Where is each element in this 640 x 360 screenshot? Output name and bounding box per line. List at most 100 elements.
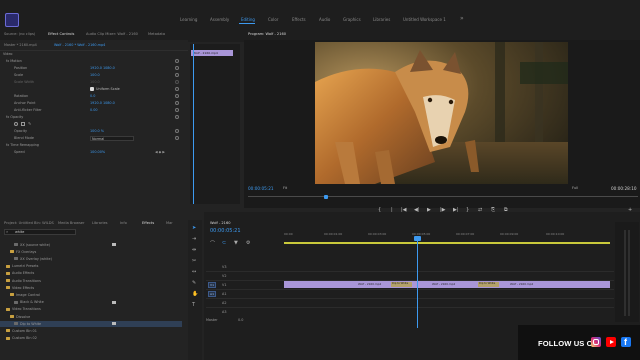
zoom-select[interactable]: Fit: [283, 186, 287, 190]
effects-tree-item[interactable]: Black & White: [0, 300, 182, 306]
rotation-value[interactable]: 0.0: [90, 94, 95, 98]
effects-tree-item[interactable]: Custom Bin 02: [0, 336, 182, 342]
track-v2[interactable]: V2: [206, 272, 282, 280]
tab-bin[interactable]: Bin: WILDS: [34, 221, 54, 225]
sequence-clip-label[interactable]: Wolf - 2160 * Wolf - 2160.mp4: [54, 43, 105, 47]
slip-tool-icon[interactable]: ↔: [192, 269, 196, 275]
ellipse-mask-icon[interactable]: [14, 122, 18, 126]
tab-metadata[interactable]: Metadata: [148, 32, 165, 36]
ec-row-scale[interactable]: Scale 100.0: [0, 72, 188, 79]
ec-row-time-remap[interactable]: fx Time Remapping: [0, 142, 188, 149]
tab-project[interactable]: Project: Untitled: [4, 221, 33, 225]
workspace-tab-effects[interactable]: Effects: [292, 17, 306, 22]
settings-icon[interactable]: ⚙: [246, 240, 250, 246]
workspace-overflow-icon[interactable]: »: [460, 15, 464, 22]
ec-row-opacity[interactable]: Opacity 100.0 %: [0, 128, 188, 135]
timeline-ruler[interactable]: 00:00 00:00:01:00 00:00:03:00 00:00:05:0…: [284, 232, 614, 238]
program-playhead[interactable]: [324, 195, 328, 199]
track-a1[interactable]: A1 A1: [206, 290, 282, 298]
keyframe-icon[interactable]: [175, 66, 179, 70]
ec-row-position[interactable]: Position 1920.0 1080.0: [0, 65, 188, 72]
effects-tree-item[interactable]: Dip to White: [0, 321, 182, 328]
snap-icon[interactable]: ⌒: [210, 240, 215, 247]
effect-controls-timeline[interactable]: [190, 44, 240, 204]
ec-row-motion[interactable]: fx Motion: [0, 58, 188, 65]
program-timecode[interactable]: 00:00:05:21: [248, 186, 274, 191]
workspace-tab-libraries[interactable]: Libraries: [373, 17, 390, 22]
ec-row-speed[interactable]: Speed 100.00% ◀ ◆ ▶: [0, 149, 188, 156]
workspace-tab-assembly[interactable]: Assembly: [210, 17, 229, 22]
timeline-timecode[interactable]: 00:00:05:21: [210, 228, 241, 234]
master-clip-label[interactable]: Master * 2160.mp4: [4, 43, 37, 47]
video-clip-v1[interactable]: Wolf - 2160.mp4 Wolf - 2160.mp4 Wolf - 2…: [284, 281, 610, 288]
transition-dip-to-white[interactable]: Dip to White: [478, 282, 499, 287]
program-video-frame[interactable]: [315, 42, 568, 184]
track-a2[interactable]: A2: [206, 299, 282, 307]
ec-row-opacity-header[interactable]: fx Opacity: [0, 114, 188, 121]
tab-program[interactable]: Program: Wolf - 2160: [248, 32, 286, 36]
ec-row-blend-mode[interactable]: Blend Mode Normal: [0, 135, 188, 142]
effects-tree-item[interactable]: XX (source white): [0, 242, 182, 248]
tab-sequence[interactable]: Wolf - 2160: [210, 221, 231, 225]
rectangle-mask-icon[interactable]: [21, 122, 25, 126]
instagram-icon[interactable]: [591, 337, 601, 347]
resolution-select[interactable]: Full: [572, 186, 578, 190]
tab-libraries[interactable]: Libraries: [92, 221, 108, 225]
track-select-tool-icon[interactable]: ⇥: [192, 236, 196, 242]
uniform-scale-checkbox[interactable]: [90, 87, 94, 91]
workspace-tab-untitled[interactable]: Untitled Workspace 1: [403, 17, 446, 22]
pen-mask-icon[interactable]: ✎: [28, 121, 31, 126]
linked-selection-icon[interactable]: ⊂: [222, 240, 226, 246]
program-scrub-bar[interactable]: [248, 196, 638, 197]
tab-effect-controls[interactable]: Effect Controls: [48, 32, 74, 36]
effects-tree-item[interactable]: Video Effects: [0, 285, 182, 291]
ec-row-antiflicker[interactable]: Anti-flicker Filter 0.00: [0, 107, 188, 114]
razor-tool-icon[interactable]: ✂: [192, 258, 196, 264]
selection-tool-icon[interactable]: ➤: [192, 225, 196, 231]
facebook-icon[interactable]: f: [621, 337, 631, 347]
workspace-tab-audio[interactable]: Audio: [319, 17, 330, 22]
workspace-tab-color[interactable]: Color: [268, 17, 278, 22]
effects-tree-item[interactable]: FX Overlays: [0, 249, 182, 255]
effects-tree-item[interactable]: Audio Effects: [0, 271, 182, 277]
opacity-value[interactable]: 100.0 %: [90, 129, 104, 133]
effects-search-input[interactable]: white: [4, 229, 76, 235]
ec-row-anchor[interactable]: Anchor Point 1920.0 1080.0: [0, 100, 188, 107]
anchor-value[interactable]: 1920.0 1080.0: [90, 101, 115, 105]
workspace-tab-learning[interactable]: Learning: [180, 17, 197, 22]
effects-tree-item[interactable]: Audio Transitions: [0, 278, 182, 284]
transition-dip-to-white[interactable]: Dip to White: [391, 282, 412, 287]
tab-info[interactable]: Info: [120, 221, 127, 225]
workspace-tab-graphics[interactable]: Graphics: [343, 17, 361, 22]
blend-mode-select[interactable]: Normal: [90, 136, 134, 141]
effects-tree-item[interactable]: XX Overlay (white): [0, 256, 182, 262]
track-v3[interactable]: V3: [206, 263, 282, 271]
playhead-handle[interactable]: [414, 236, 421, 241]
speed-value[interactable]: 100.00%: [90, 150, 105, 154]
ripple-edit-tool-icon[interactable]: ⇹: [192, 247, 196, 253]
master-volume-value[interactable]: 0.0: [238, 318, 243, 322]
add-marker-timeline-icon[interactable]: ▼: [234, 240, 238, 246]
antiflicker-value[interactable]: 0.00: [90, 108, 98, 112]
hand-tool-icon[interactable]: ✋: [192, 291, 198, 297]
ec-row-rotation[interactable]: Rotation 0.0: [0, 93, 188, 100]
position-value[interactable]: 1920.0 1080.0: [90, 66, 115, 70]
tab-source[interactable]: Source: (no clips): [4, 32, 35, 36]
tab-media-browser[interactable]: Media Browser: [58, 221, 85, 225]
work-area-bar[interactable]: [284, 242, 610, 244]
effects-tree-item[interactable]: Dissolve: [0, 314, 182, 320]
reset-icon[interactable]: [175, 59, 179, 63]
track-v1[interactable]: V1 V1: [206, 281, 282, 289]
youtube-icon[interactable]: [606, 337, 616, 347]
keyframe-icon[interactable]: [175, 73, 179, 77]
effect-controls-clip-bar[interactable]: Wolf - 2160.mp4: [191, 50, 233, 56]
effects-tree-item[interactable]: Image Control: [0, 292, 182, 298]
scale-value[interactable]: 100.0: [90, 73, 100, 77]
workspace-tab-editing[interactable]: Editing: [241, 17, 255, 22]
effects-tree-item[interactable]: Custom Bin 01: [0, 328, 182, 334]
tab-audio-clip-mixer[interactable]: Audio Clip Mixer: Wolf - 2160: [86, 32, 138, 36]
effects-tree-item[interactable]: Video Transitions: [0, 307, 182, 313]
effect-controls-playhead[interactable]: [193, 44, 194, 204]
timeline-playhead[interactable]: [417, 236, 418, 328]
pen-tool-icon[interactable]: ✎: [192, 280, 196, 286]
